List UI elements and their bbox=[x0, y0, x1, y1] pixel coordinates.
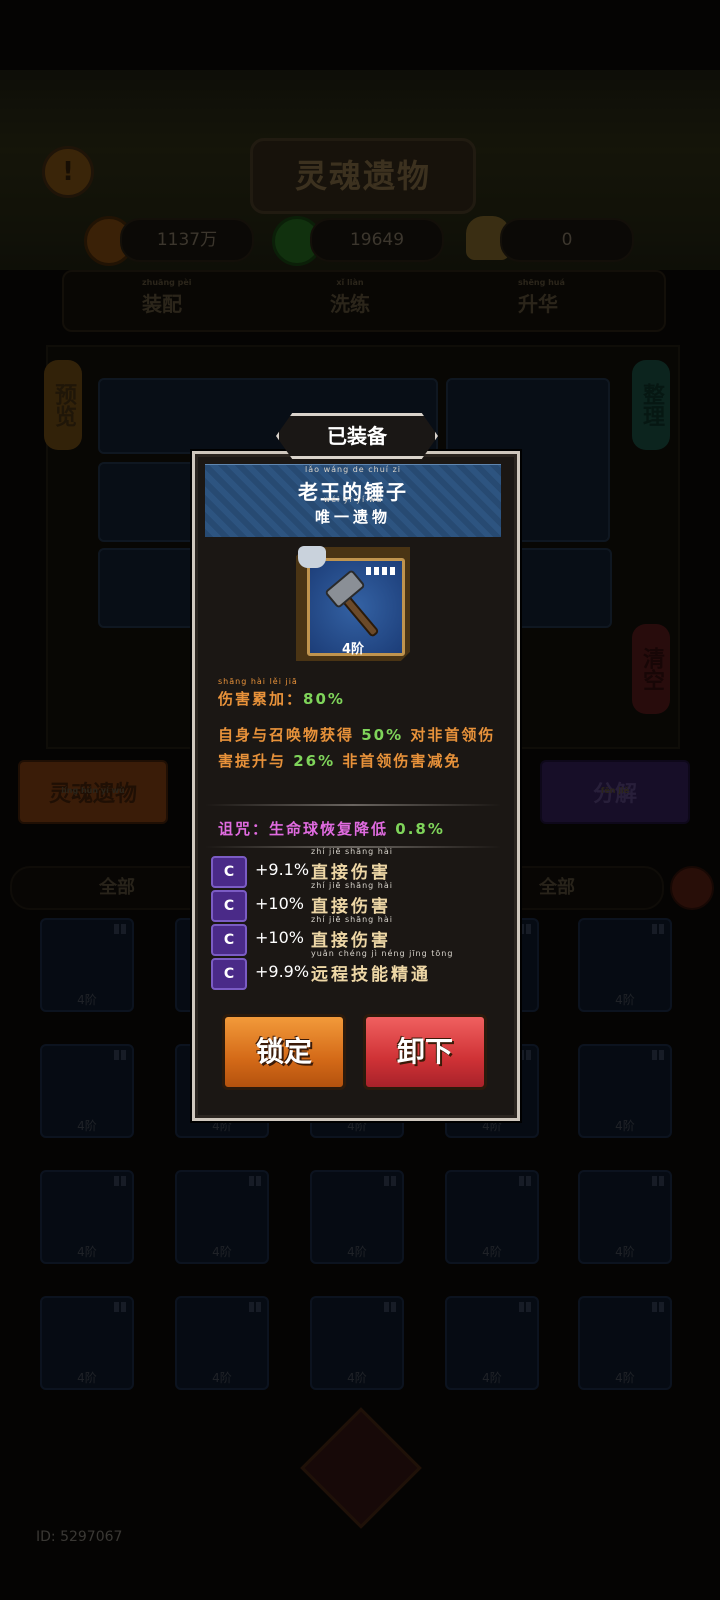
item-rarity: wéi yī yí wù 唯一遗物 bbox=[205, 495, 501, 527]
damage-stack-value: 80% bbox=[303, 690, 345, 708]
effect-text-3: 非首领伤害减免 bbox=[342, 752, 462, 770]
affix-text: zhí jiē shāng hài 直接伤害 bbox=[311, 881, 392, 917]
grade-badge: C bbox=[211, 924, 247, 956]
item-rarity-pinyin: wéi yī yí wù bbox=[323, 495, 383, 504]
item-tier: 4阶 bbox=[341, 642, 365, 657]
grade-badge: C bbox=[211, 890, 247, 922]
lock-button[interactable]: 锁定 bbox=[222, 1014, 346, 1090]
affix-label: 远程技能精通 bbox=[311, 965, 431, 985]
affix-text: yuǎn chéng jì néng jīng tōng 远程技能精通 bbox=[311, 949, 452, 985]
affix-row: C +10% zhí jiē shāng hài 直接伤害 bbox=[211, 881, 501, 922]
item-effect-description: 自身与召唤物获得 50% 对非首领伤害提升与 26% 非首领伤害减免 bbox=[218, 722, 503, 774]
affix-row: C +9.9% yuǎn chéng jì néng jīng tōng 远程技能… bbox=[211, 949, 501, 990]
item-rarity-text: 唯一遗物 bbox=[314, 508, 391, 526]
effect-text-1: 自身与召唤物获得 bbox=[218, 726, 355, 744]
grade-badge: C bbox=[211, 856, 247, 888]
affix-text: zhí jiē shāng hài 直接伤害 bbox=[311, 847, 392, 883]
curse-value: 0.8% bbox=[395, 820, 445, 838]
affix-label: 直接伤害 bbox=[311, 863, 391, 883]
affix-label: 直接伤害 bbox=[311, 931, 391, 951]
affix-value: +9.9% bbox=[255, 962, 310, 981]
effect-value-2: 26% bbox=[293, 752, 336, 770]
item-name-pinyin: lǎo wáng de chuí zi bbox=[305, 465, 401, 474]
affix-text: zhí jiē shāng hài 直接伤害 bbox=[311, 915, 392, 951]
affix-value: +10% bbox=[255, 928, 304, 947]
curse-text: 生命球恢复降低 bbox=[269, 820, 389, 838]
damage-stack-pinyin: shāng hài lěi jiā bbox=[218, 677, 298, 686]
damage-stack-label: 伤害累加： bbox=[218, 690, 304, 708]
effect-value-1: 50% bbox=[361, 726, 404, 744]
affix-row: C +10% zhí jiē shāng hài 直接伤害 bbox=[211, 915, 501, 956]
curse-stat: 诅咒：生命球恢复降低 0.8% bbox=[218, 818, 445, 839]
affix-pinyin: yuǎn chéng jì néng jīng tōng bbox=[311, 949, 454, 958]
affix-pinyin: zhí jiē shāng hài bbox=[311, 847, 393, 856]
affix-value: +10% bbox=[255, 894, 304, 913]
affix-pinyin: zhí jiē shāng hài bbox=[311, 881, 393, 890]
modal-title: 已装备 bbox=[327, 424, 387, 448]
armor-slot-icon bbox=[298, 546, 326, 568]
affix-pinyin: zhí jiē shāng hài bbox=[311, 915, 393, 924]
rank-dots bbox=[366, 567, 396, 575]
curse-label: 诅咒： bbox=[218, 820, 270, 838]
affix-label: 直接伤害 bbox=[311, 897, 391, 917]
damage-stack-stat: shāng hài lěi jiā 伤害累加：80% bbox=[218, 677, 345, 709]
divider-1 bbox=[205, 804, 501, 806]
grade-badge: C bbox=[211, 958, 247, 990]
unequip-button[interactable]: 卸下 bbox=[363, 1014, 487, 1090]
affix-value: +9.1% bbox=[255, 860, 310, 879]
affix-row: C +9.1% zhí jiē shāng hài 直接伤害 bbox=[211, 847, 501, 888]
modal-title-plate: 已装备 bbox=[276, 413, 438, 459]
